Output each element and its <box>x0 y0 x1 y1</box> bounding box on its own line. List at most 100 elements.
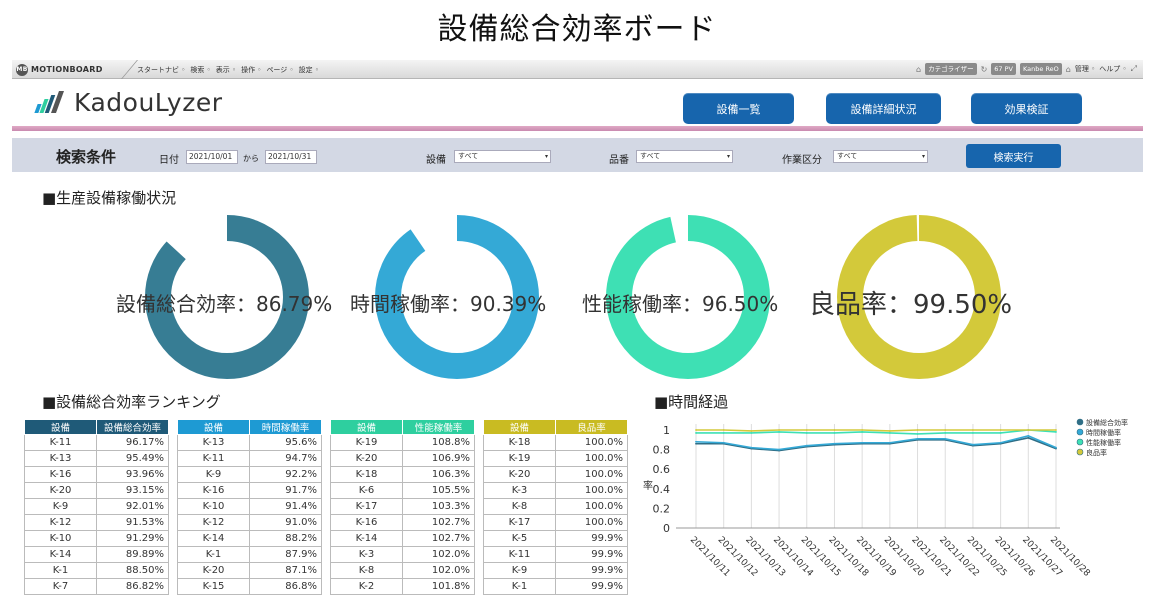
table-row[interactable]: K-17 100.0% <box>483 514 628 531</box>
equipment-cell: K-14 <box>24 546 97 563</box>
table-row[interactable]: K-12 91.0% <box>177 514 322 531</box>
table-row[interactable]: K-6 105.5% <box>330 482 475 499</box>
user-chip[interactable]: Kanbe ReO <box>1020 63 1062 75</box>
date-to-input[interactable]: 2021/10/31 <box>265 150 317 164</box>
table-row[interactable]: K-10 91.4% <box>177 498 322 515</box>
expand-icon[interactable]: ⤢ <box>1131 64 1137 74</box>
table-row[interactable]: K-3 102.0% <box>330 546 475 563</box>
table-header-cell[interactable]: 設備 <box>24 419 97 435</box>
table-row[interactable]: K-11 96.17% <box>24 434 169 451</box>
equipment-cell: K-14 <box>330 530 403 547</box>
table-row[interactable]: K-13 95.6% <box>177 434 322 451</box>
date-label: 日付 <box>159 155 179 166</box>
menu-admin[interactable]: 管理 ◦ <box>1075 64 1095 74</box>
data-point <box>999 441 1002 444</box>
menu-help[interactable]: ヘルプ ◦ <box>1099 64 1126 74</box>
date-from-input[interactable]: 2021/10/01 <box>186 150 238 164</box>
search-submit-button[interactable]: 検索実行 <box>966 144 1061 168</box>
table-row[interactable]: K-8 102.0% <box>330 562 475 579</box>
equipment-detail-button[interactable]: 設備詳細状況 <box>826 93 941 124</box>
effect-verification-button[interactable]: 効果検証 <box>971 93 1082 124</box>
table-row[interactable]: K-20 106.9% <box>330 450 475 467</box>
table-header-cell[interactable]: 時間稼働率 <box>249 419 322 435</box>
table-header-cell[interactable]: 設備総合効率 <box>96 419 169 435</box>
table-row[interactable]: K-14 88.2% <box>177 530 322 547</box>
series-line <box>696 437 1057 452</box>
menu-start-navi[interactable]: スタートナビ ◦ <box>137 65 185 75</box>
table-row[interactable]: K-20 100.0% <box>483 466 628 483</box>
table-row[interactable]: K-1 88.50% <box>24 562 169 579</box>
rate-cell: 95.6% <box>249 434 322 451</box>
product-select[interactable]: すべて ▾ <box>636 150 733 163</box>
rate-cell: 94.7% <box>249 450 322 467</box>
menu-search[interactable]: 検索 ◦ <box>190 65 210 75</box>
table-row[interactable]: K-16 102.7% <box>330 514 475 531</box>
table-row[interactable]: K-16 93.96% <box>24 466 169 483</box>
menu-operation[interactable]: 操作 ◦ <box>241 65 261 75</box>
equipment-list-button[interactable]: 設備一覧 <box>683 93 794 124</box>
table-row[interactable]: K-10 91.29% <box>24 530 169 547</box>
rate-cell: 91.0% <box>249 514 322 531</box>
motionboard-logo[interactable]: MB MOTIONBOARD <box>16 63 103 76</box>
home-icon[interactable]: ⌂ <box>1066 65 1071 74</box>
tag-icon[interactable]: ⌂ <box>916 65 921 74</box>
rate-cell: 102.7% <box>402 514 475 531</box>
equipment-cell: K-13 <box>24 450 97 467</box>
data-point <box>1055 431 1057 433</box>
menu-settings[interactable]: 設定 ◦ <box>299 65 319 75</box>
table-row[interactable]: K-1 99.9% <box>483 578 628 595</box>
table-row[interactable]: K-16 91.7% <box>177 482 322 499</box>
table-row[interactable]: K-18 100.0% <box>483 434 628 451</box>
table-row[interactable]: K-8 100.0% <box>483 498 628 515</box>
table-row[interactable]: K-7 86.82% <box>24 578 169 595</box>
table-row[interactable]: K-17 103.3% <box>330 498 475 515</box>
equipment-select[interactable]: すべて ▾ <box>454 150 551 163</box>
data-point <box>888 432 891 434</box>
equipment-cell: K-3 <box>483 482 556 499</box>
table-row[interactable]: K-14 102.7% <box>330 530 475 547</box>
oee-donut-label: 設備総合効率：86.79% <box>116 292 333 316</box>
table-row[interactable]: K-18 106.3% <box>330 466 475 483</box>
rate-cell: 106.9% <box>402 450 475 467</box>
table-row[interactable]: K-20 93.15% <box>24 482 169 499</box>
equipment-cell: K-3 <box>330 546 403 563</box>
menu-page[interactable]: ページ ◦ <box>266 65 293 75</box>
data-point <box>972 432 974 434</box>
performance-donut-label: 性能稼働率：96.50% <box>582 292 779 316</box>
table-row[interactable]: K-9 99.9% <box>483 562 628 579</box>
table-header-cell[interactable]: 設備 <box>483 419 556 435</box>
categorizer-chip[interactable]: カテゴライザー <box>925 63 977 75</box>
rate-cell: 92.01% <box>96 498 169 515</box>
refresh-icon[interactable]: ↻ <box>981 65 988 74</box>
legend-label: 良品率 <box>1086 448 1107 457</box>
table-row[interactable]: K-5 99.9% <box>483 530 628 547</box>
table-row[interactable]: K-15 86.8% <box>177 578 322 595</box>
table-row[interactable]: K-2 101.8% <box>330 578 475 595</box>
table-row[interactable]: K-19 108.8% <box>330 434 475 451</box>
data-point <box>750 430 753 432</box>
table-row[interactable]: K-9 92.2% <box>177 466 322 483</box>
menu-view[interactable]: 表示 ◦ <box>216 65 236 75</box>
table-row[interactable]: K-12 91.53% <box>24 514 169 531</box>
data-point <box>722 429 725 431</box>
table-row[interactable]: K-11 94.7% <box>177 450 322 467</box>
y-tick-label: 1 <box>663 424 670 437</box>
table-header-cell[interactable]: 設備 <box>177 419 250 435</box>
timeline-section-heading: ■時間経過 <box>654 393 729 411</box>
equipment-cell: K-8 <box>330 562 403 579</box>
equipment-cell: K-15 <box>177 578 250 595</box>
brand-logo-icon <box>34 90 68 115</box>
table-row[interactable]: K-14 89.89% <box>24 546 169 563</box>
work-type-select[interactable]: すべて ▾ <box>833 150 928 163</box>
table-header-cell[interactable]: 性能稼働率 <box>402 419 475 435</box>
table-row[interactable]: K-11 99.9% <box>483 546 628 563</box>
table-row[interactable]: K-9 92.01% <box>24 498 169 515</box>
table-row[interactable]: K-3 100.0% <box>483 482 628 499</box>
brand: KadouLyzer <box>34 88 223 117</box>
table-header-cell[interactable]: 良品率 <box>555 419 628 435</box>
table-row[interactable]: K-13 95.49% <box>24 450 169 467</box>
table-row[interactable]: K-1 87.9% <box>177 546 322 563</box>
table-row[interactable]: K-19 100.0% <box>483 450 628 467</box>
table-row[interactable]: K-20 87.1% <box>177 562 322 579</box>
table-header-cell[interactable]: 設備 <box>330 419 403 435</box>
